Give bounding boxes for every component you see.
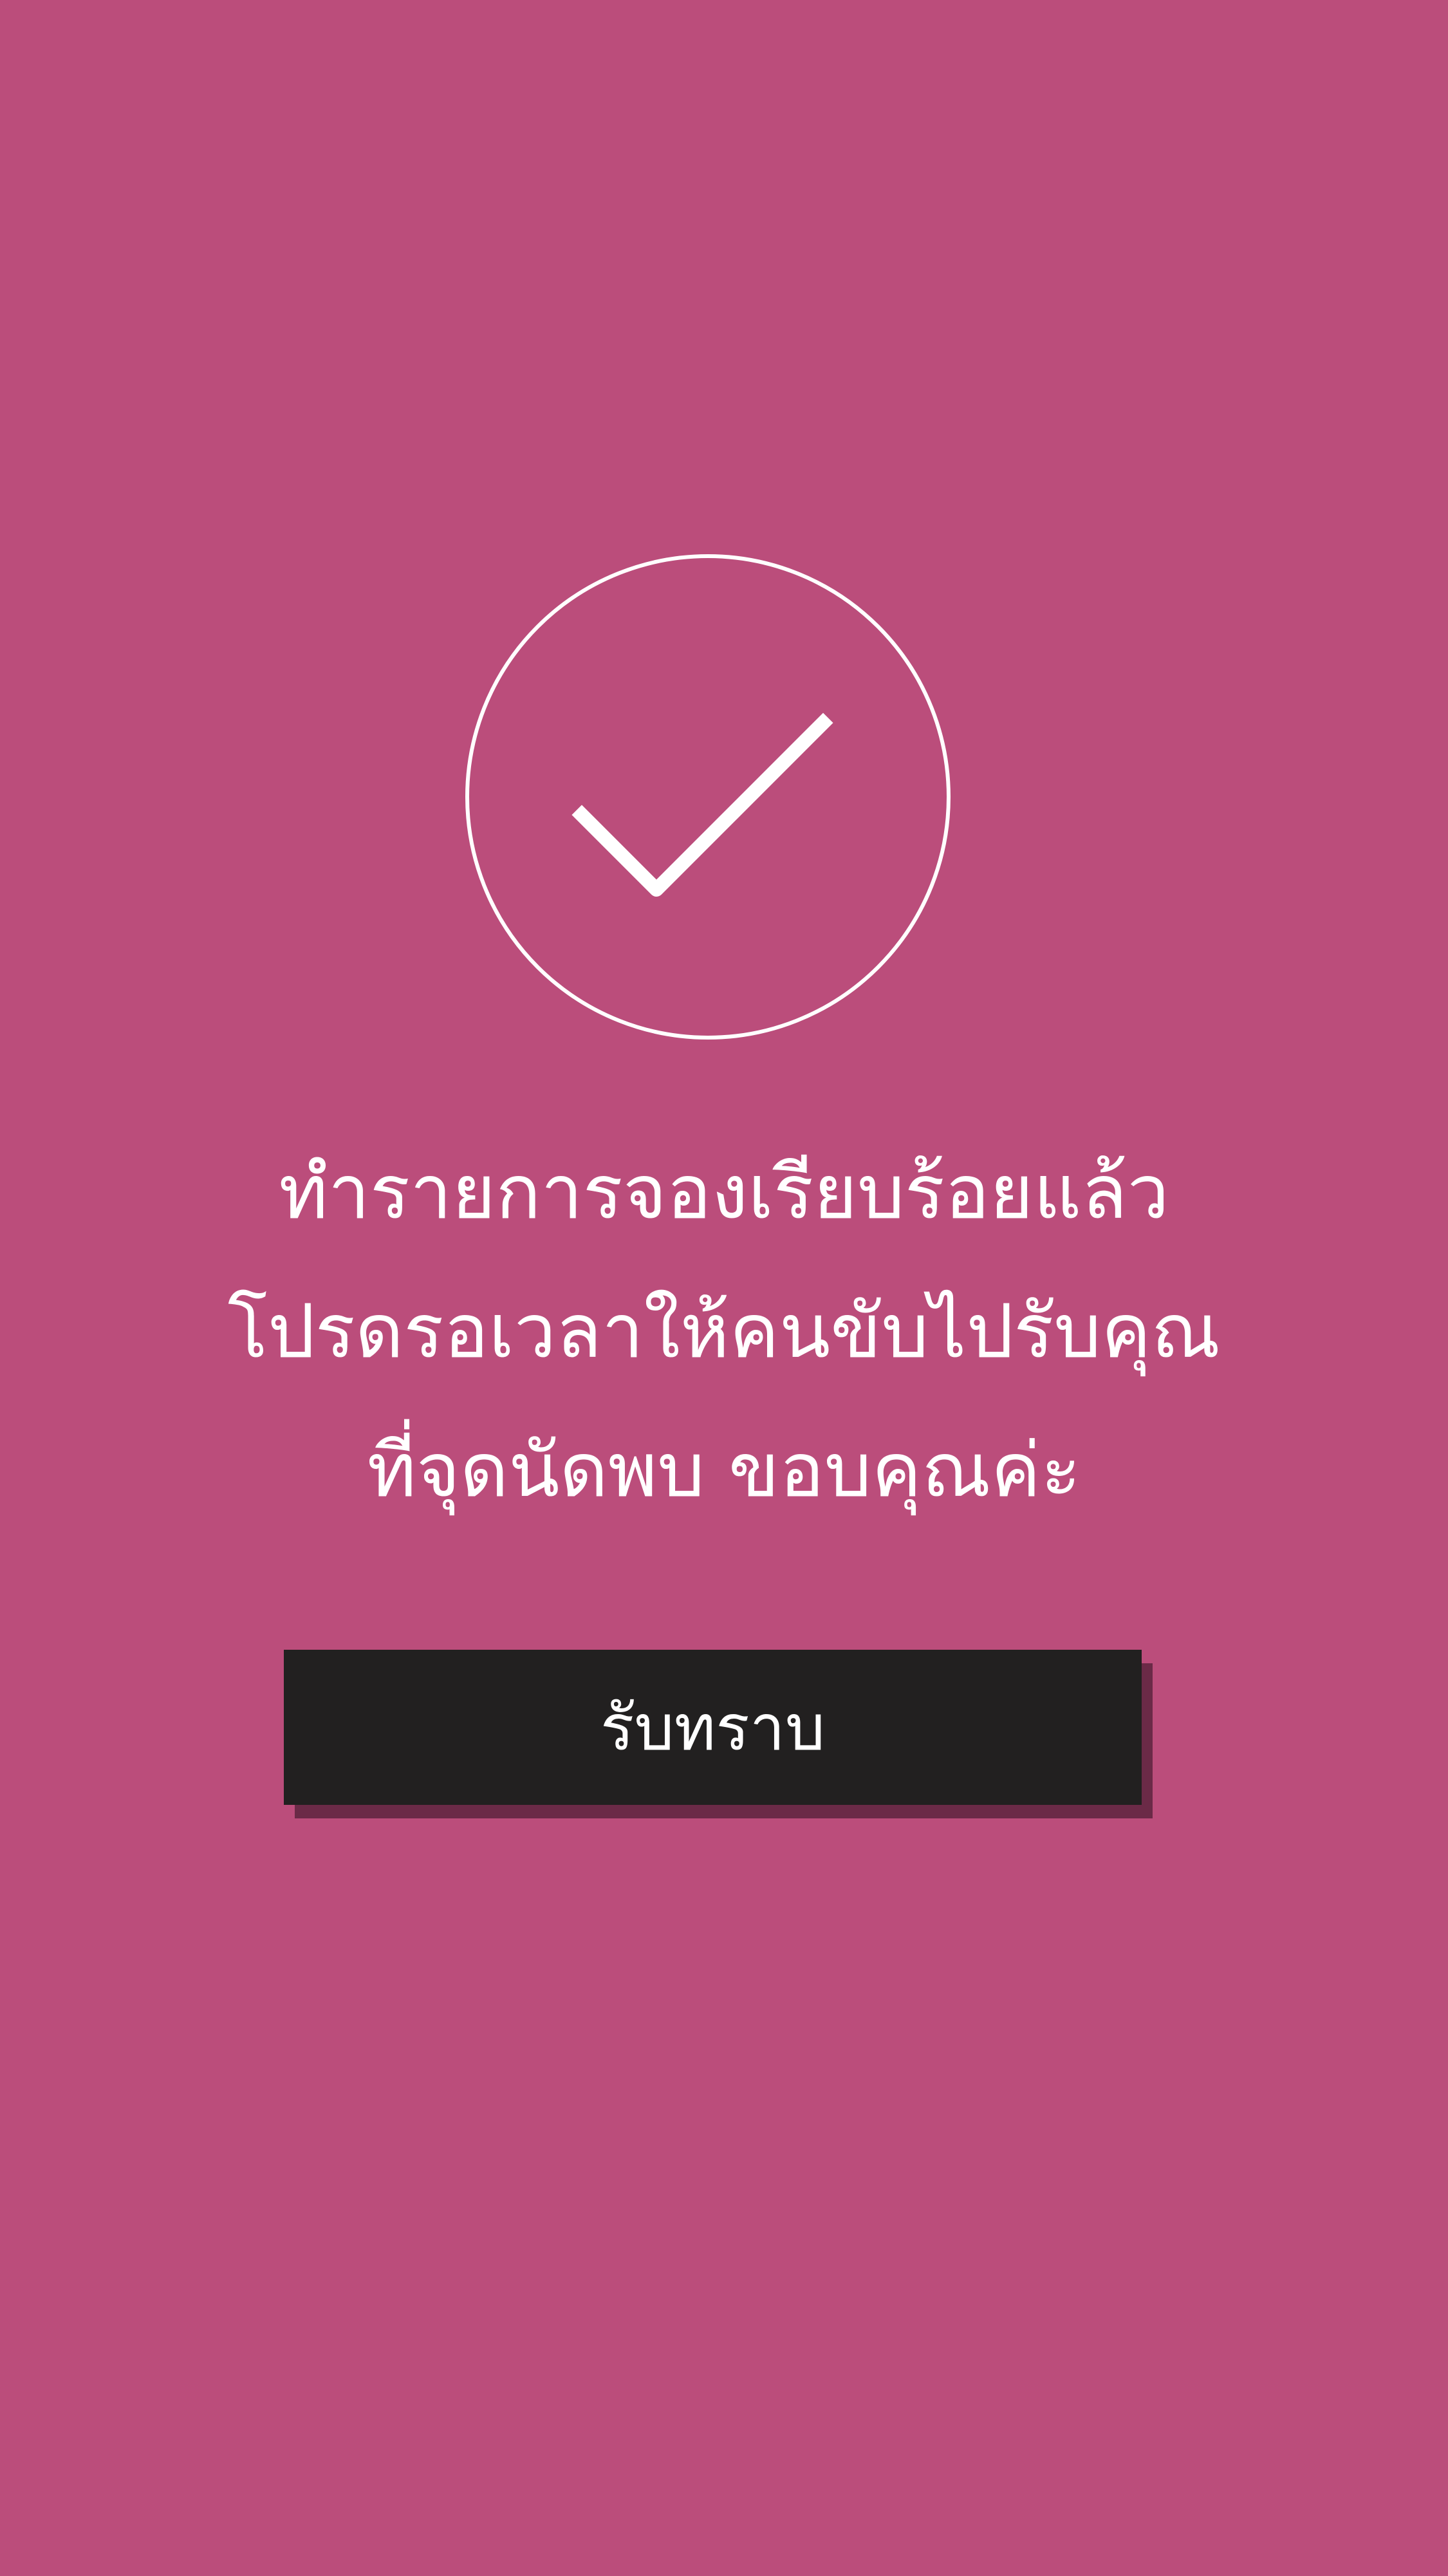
confirmation-message-line-2: โปรดรอเวลาให้คนขับไปรับคุณ <box>227 1288 1221 1375</box>
acknowledge-button[interactable]: รับทราบ <box>284 1650 1142 1805</box>
check-circle-icon <box>465 554 951 1040</box>
confirmation-message: ทำรายการจองเรียบร้อยแล้ว โปรดรอเวลาให้คน… <box>80 1123 1368 1540</box>
confirmation-message-line-1: ทำรายการจองเรียบร้อยแล้ว <box>279 1149 1169 1236</box>
confirmation-message-line-3: ที่จุดนัดพบ ขอบคุณค่ะ <box>367 1427 1081 1514</box>
